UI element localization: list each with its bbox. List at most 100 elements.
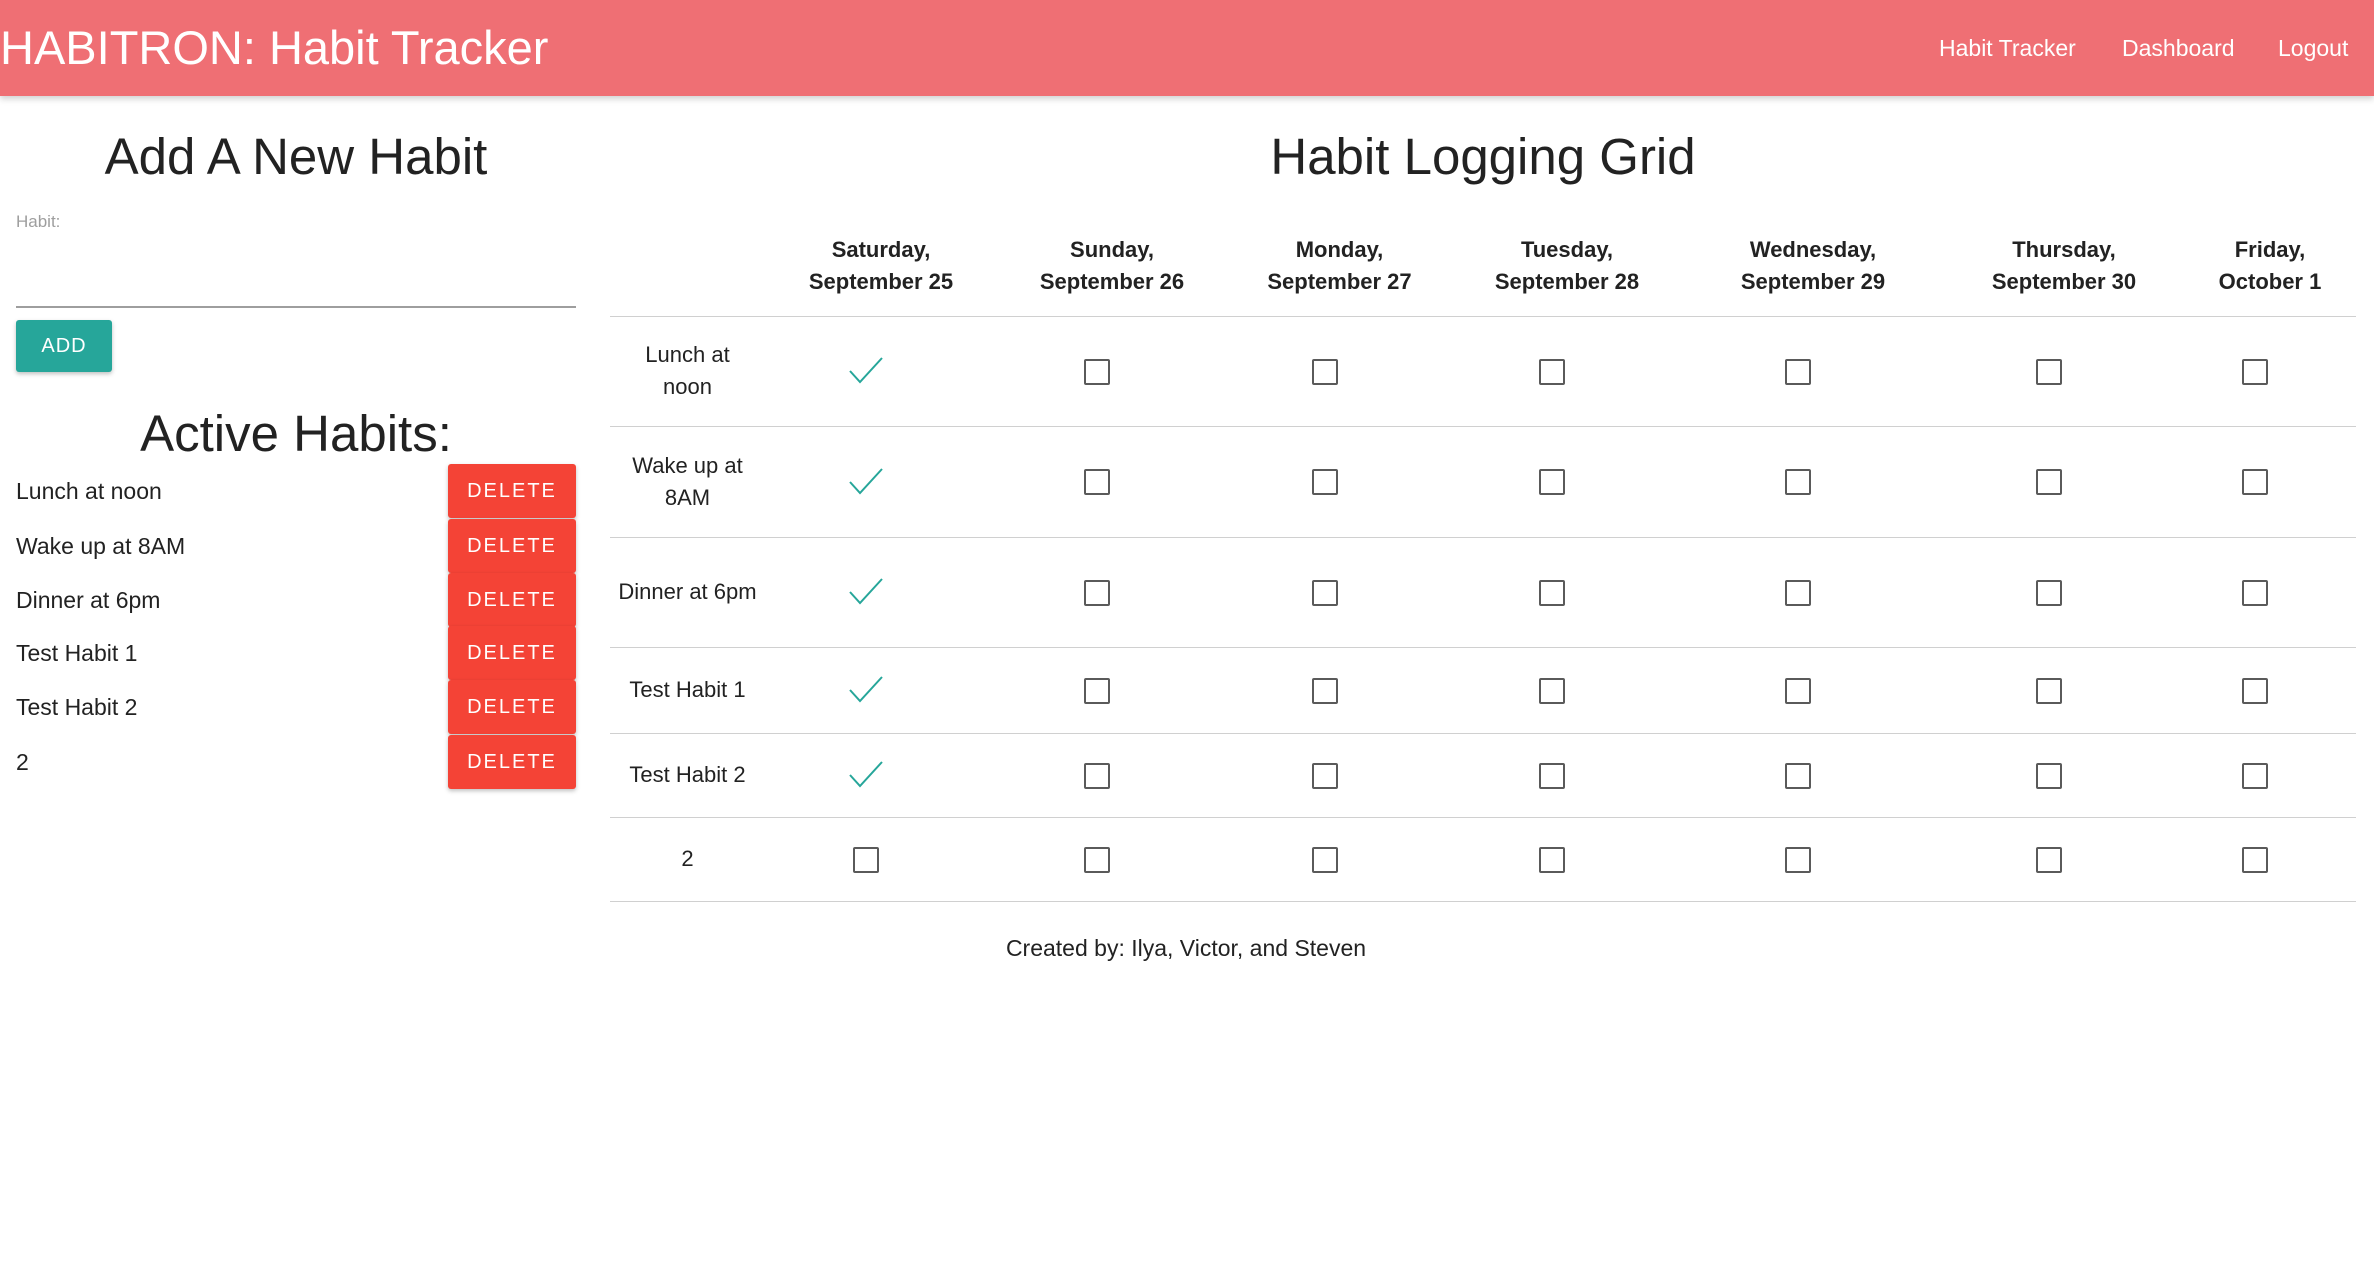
nav-link-habit-tracker[interactable]: Habit Tracker — [1939, 0, 2076, 96]
grid-log-cell — [1452, 537, 1682, 648]
habit-logging-grid: Saturday, September 25 Sunday, September 26… — [610, 216, 2356, 902]
checkbox-empty-icon[interactable] — [1084, 762, 1110, 789]
checkbox-empty-icon[interactable] — [1311, 762, 1338, 789]
grid-log-cell — [1944, 817, 2184, 902]
nav-link-logout[interactable]: Logout — [2278, 0, 2348, 96]
checkmark-icon[interactable] — [848, 675, 884, 705]
grid-log-cell — [1944, 316, 2184, 427]
checkbox-empty-icon[interactable] — [1311, 677, 1338, 704]
delete-habit-button[interactable]: DELETE — [448, 464, 576, 518]
grid-log-cell — [765, 426, 997, 538]
checkbox-empty-icon[interactable] — [1084, 469, 1110, 496]
grid-log-cell — [997, 426, 1227, 538]
grid-log-cell — [1227, 537, 1452, 648]
grid-log-cell — [997, 537, 1227, 648]
checkbox-empty-icon[interactable] — [1539, 846, 1565, 873]
checkbox-empty-icon[interactable] — [1785, 846, 1811, 873]
active-habit-name: Test Habit 2 — [16, 694, 138, 720]
habit-field-label: Habit: — [16, 212, 61, 231]
grid-header-row: Saturday, September 25 Sunday, September 26… — [610, 216, 2356, 317]
checkbox-empty-icon[interactable] — [2242, 579, 2268, 606]
active-habit-name: Test Habit 1 — [16, 640, 138, 666]
nav-link-dashboard[interactable]: Dashboard — [2122, 0, 2235, 96]
day-weekday: Wednesday, — [1749, 236, 1877, 262]
add-habit-title: Add A New Habit — [104, 128, 488, 185]
habit-input[interactable] — [16, 250, 576, 308]
checkbox-empty-icon[interactable] — [1084, 677, 1110, 704]
delete-habit-button[interactable]: DELETE — [448, 735, 576, 789]
active-habit-name: Lunch at noon — [16, 478, 162, 504]
day-date: September 27 — [1267, 268, 1412, 294]
checkbox-empty-icon[interactable] — [2036, 358, 2062, 385]
checkbox-empty-icon[interactable] — [1785, 677, 1811, 704]
checkbox-empty-icon[interactable] — [1785, 469, 1811, 496]
grid-habit-name: Dinner at 6pm — [610, 537, 765, 648]
checkbox-empty-icon[interactable] — [853, 846, 879, 873]
checkbox-empty-icon[interactable] — [1311, 846, 1338, 873]
checkbox-empty-icon[interactable] — [2242, 846, 2268, 873]
grid-row: Test Habit 1 — [610, 647, 2356, 734]
day-column-header: Wednesday, September 29 — [1682, 216, 1944, 317]
grid-log-cell — [2184, 426, 2356, 538]
checkmark-icon[interactable] — [848, 467, 884, 497]
grid-log-cell — [2184, 733, 2356, 818]
checkbox-empty-icon[interactable] — [2036, 579, 2062, 606]
checkbox-empty-icon[interactable] — [1311, 469, 1338, 496]
checkbox-empty-icon[interactable] — [2036, 469, 2062, 496]
active-habit-name: 2 — [16, 749, 29, 775]
add-habit-button[interactable]: ADD — [16, 320, 112, 372]
day-weekday: Thursday, — [2012, 236, 2116, 262]
checkbox-empty-icon[interactable] — [2242, 677, 2268, 704]
checkmark-icon[interactable] — [848, 760, 884, 790]
grid-log-cell — [1682, 316, 1944, 427]
grid-log-cell — [1944, 537, 2184, 648]
delete-habit-button[interactable]: DELETE — [448, 626, 576, 680]
checkbox-empty-icon[interactable] — [2036, 677, 2062, 704]
checkbox-empty-icon[interactable] — [1084, 358, 1110, 385]
navbar: HABITRON: Habit Tracker Habit Tracker Da… — [0, 0, 2374, 96]
grid-log-cell — [1227, 817, 1452, 902]
grid-log-cell — [1452, 817, 1682, 902]
grid-log-cell — [1682, 426, 1944, 538]
checkbox-empty-icon[interactable] — [1785, 762, 1811, 789]
day-date: September 28 — [1494, 268, 1640, 294]
grid-log-cell — [997, 817, 1227, 902]
checkmark-icon[interactable] — [848, 356, 884, 386]
checkmark-icon[interactable] — [848, 577, 884, 607]
checkbox-empty-icon[interactable] — [1539, 677, 1565, 704]
checkbox-empty-icon[interactable] — [2242, 762, 2268, 789]
day-weekday: Monday, — [1295, 236, 1384, 262]
checkbox-empty-icon[interactable] — [2036, 846, 2062, 873]
grid-log-cell — [765, 817, 997, 902]
delete-habit-button[interactable]: DELETE — [448, 680, 576, 734]
checkbox-empty-icon[interactable] — [1311, 358, 1338, 385]
checkbox-empty-icon[interactable] — [2242, 469, 2268, 496]
checkbox-empty-icon[interactable] — [2036, 762, 2062, 789]
checkbox-empty-icon[interactable] — [1539, 358, 1565, 385]
active-habits-title: Active Habits: — [140, 405, 452, 462]
delete-habit-button[interactable]: DELETE — [448, 573, 576, 627]
active-habit-name: Wake up at 8AM — [16, 533, 186, 559]
checkbox-empty-icon[interactable] — [1311, 579, 1338, 606]
grid-log-cell — [997, 733, 1227, 818]
checkbox-empty-icon[interactable] — [1785, 358, 1811, 385]
delete-habit-button[interactable]: DELETE — [448, 519, 576, 573]
checkbox-empty-icon[interactable] — [1539, 579, 1565, 606]
grid-row: Lunch at noon — [610, 316, 2356, 427]
checkbox-empty-icon[interactable] — [1084, 846, 1110, 873]
checkbox-empty-icon[interactable] — [1785, 579, 1811, 606]
grid-body: Lunch at noon Wake up at 8AM Dinner at 6pm… — [610, 316, 2356, 902]
grid-row: Dinner at 6pm — [610, 537, 2356, 648]
grid-log-cell — [1227, 733, 1452, 818]
grid-log-cell — [997, 316, 1227, 427]
checkbox-empty-icon[interactable] — [1539, 762, 1565, 789]
grid-row: Wake up at 8AM — [610, 426, 2356, 538]
day-column-header: Friday, October 1 — [2184, 216, 2356, 317]
grid-log-cell — [997, 647, 1227, 734]
day-weekday: Tuesday, — [1520, 236, 1614, 262]
app-brand[interactable]: HABITRON: Habit Tracker — [0, 0, 548, 96]
checkbox-empty-icon[interactable] — [2242, 358, 2268, 385]
day-weekday: Friday, — [2234, 236, 2306, 262]
checkbox-empty-icon[interactable] — [1084, 579, 1110, 606]
checkbox-empty-icon[interactable] — [1539, 469, 1565, 496]
